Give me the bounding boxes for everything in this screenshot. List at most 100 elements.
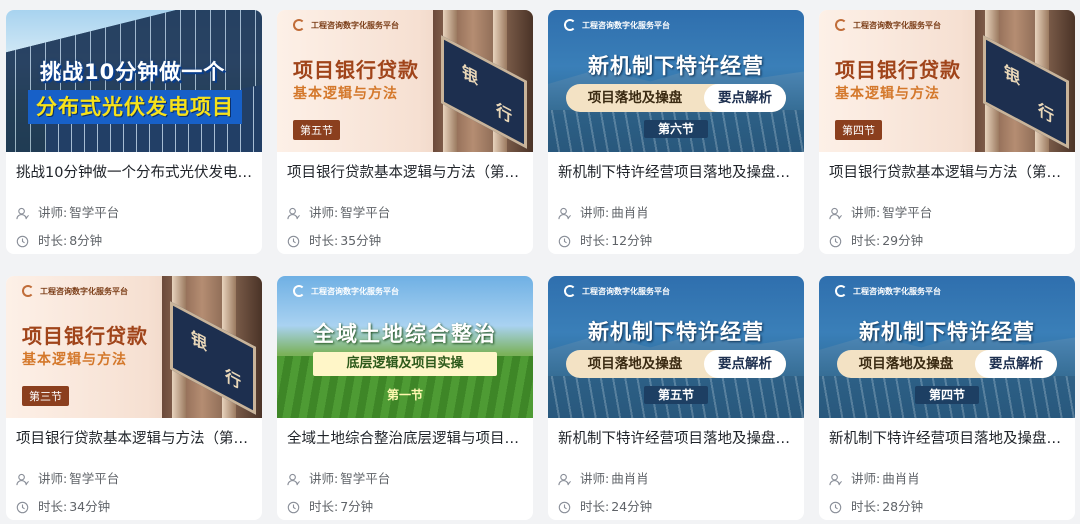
- lecturer-name: 智学平台: [882, 205, 933, 220]
- section-badge: 第三节: [22, 386, 69, 406]
- section-badge: 第一节: [386, 388, 423, 402]
- user-icon: [287, 473, 300, 485]
- duration-value: 8分钟: [69, 233, 103, 248]
- thumbnail-headline: 全域土地综合整治: [313, 322, 497, 346]
- thumbnail-pill-left: 项目落地及操盘: [587, 356, 683, 372]
- brand-logo-icon: [22, 285, 34, 297]
- course-title[interactable]: 新机制下特许经营项目落地及操盘要点解析（第六节）: [558, 163, 794, 183]
- clock-icon: [829, 501, 842, 513]
- brand-logo-icon: [835, 19, 847, 31]
- course-thumbnail[interactable]: 工程咨询数字化服务平台 新机制下特许经营 项目落地及操盘 要点解析 第四节: [819, 276, 1075, 418]
- course-card[interactable]: 银行 工程咨询数字化服务平台 项目银行贷款 基本逻辑与方法 第四节 项目银行贷款…: [819, 10, 1075, 254]
- duration-label: 时长:: [851, 499, 881, 514]
- user-icon: [558, 207, 571, 219]
- course-card[interactable]: 工程咨询数字化服务平台 新机制下特许经营 项目落地及操盘 要点解析 第五节 新机制…: [548, 276, 804, 520]
- course-title[interactable]: 挑战10分钟做一个分布式光伏发电项目: [16, 163, 252, 183]
- user-icon: [16, 207, 29, 219]
- section-badge: 第五节: [643, 386, 708, 404]
- lecturer-label: 讲师:: [309, 205, 339, 220]
- duration-row: 时长: 24分钟: [558, 499, 652, 515]
- lecturer-label: 讲师:: [38, 471, 68, 486]
- lecturer-label: 讲师:: [851, 471, 881, 486]
- thumbnail-subheadline: 基本逻辑与方法: [293, 86, 398, 102]
- brand-logo-icon: [564, 285, 576, 297]
- course-title[interactable]: 全域土地综合整治底层逻辑与项目实操（第一节）: [287, 429, 523, 449]
- course-thumbnail[interactable]: 工程咨询数字化服务平台 全域土地综合整治 底层逻辑及项目实操 第一节: [277, 276, 533, 418]
- lecturer-name: 曲肖肖: [611, 471, 649, 486]
- lecturer-name: 曲肖肖: [611, 205, 649, 220]
- thumbnail-headline: 挑战10分钟做一个: [40, 60, 226, 84]
- course-card[interactable]: 工程咨询数字化服务平台 全域土地综合整治 底层逻辑及项目实操 第一节 全域土地综…: [277, 276, 533, 520]
- duration-label: 时长:: [580, 233, 610, 248]
- course-thumbnail[interactable]: 工程咨询数字化服务平台 新机制下特许经营 项目落地及操盘 要点解析 第六节: [548, 10, 804, 152]
- lecturer-label: 讲师:: [580, 471, 610, 486]
- duration-value: 12分钟: [611, 233, 653, 248]
- brand-logo-icon: [293, 19, 305, 31]
- lecturer-row: 讲师: 智学平台: [829, 205, 932, 221]
- brand-logo-icon: [835, 285, 847, 297]
- thumbnail-subheadline: 分布式光伏发电项目: [28, 90, 242, 124]
- course-title[interactable]: 项目银行贷款基本逻辑与方法（第三节）: [16, 429, 252, 449]
- section-badge: 第四节: [914, 386, 979, 404]
- thumbnail-pill-right: 要点解析: [704, 84, 786, 112]
- brand-mark: 工程咨询数字化服务平台: [564, 285, 670, 297]
- course-card[interactable]: 银行 工程咨询数字化服务平台 项目银行贷款 基本逻辑与方法 第三节 项目银行贷款…: [6, 276, 262, 520]
- lecturer-row: 讲师: 曲肖肖: [558, 205, 649, 221]
- course-title[interactable]: 新机制下特许经营项目落地及操盘要点解析（第五节）: [558, 429, 794, 449]
- duration-label: 时长:: [851, 233, 881, 248]
- duration-value: 35分钟: [340, 233, 382, 248]
- thumbnail-pill-right: 要点解析: [975, 350, 1057, 378]
- clock-icon: [16, 501, 29, 513]
- course-thumbnail[interactable]: 银行 工程咨询数字化服务平台 项目银行贷款 基本逻辑与方法 第三节: [6, 276, 262, 418]
- thumbnail-pill-left: 项目落地及操盘: [858, 356, 954, 372]
- section-badge: 第六节: [643, 120, 708, 138]
- lecturer-name: 曲肖肖: [882, 471, 920, 486]
- brand-mark: 工程咨询数字化服务平台: [835, 19, 941, 31]
- brand-mark: 工程咨询数字化服务平台: [293, 285, 399, 297]
- lecturer-name: 智学平台: [69, 205, 120, 220]
- thumbnail-headline: 新机制下特许经营: [859, 320, 1035, 344]
- course-title[interactable]: 项目银行贷款基本逻辑与方法（第四节）: [829, 163, 1065, 183]
- lecturer-row: 讲师: 智学平台: [287, 205, 390, 221]
- course-thumbnail[interactable]: 工程咨询数字化服务平台 新机制下特许经营 项目落地及操盘 要点解析 第五节: [548, 276, 804, 418]
- brand-mark: 工程咨询数字化服务平台: [564, 19, 670, 31]
- duration-row: 时长: 35分钟: [287, 233, 381, 249]
- course-title[interactable]: 项目银行贷款基本逻辑与方法（第五节）: [287, 163, 523, 183]
- course-title[interactable]: 新机制下特许经营项目落地及操盘要点解析（第四节）: [829, 429, 1065, 449]
- lecturer-label: 讲师:: [851, 205, 881, 220]
- thumbnail-subheadline: 基本逻辑与方法: [22, 352, 127, 368]
- thumbnail-subheadline: 底层逻辑及项目实操: [313, 352, 497, 376]
- clock-icon: [287, 501, 300, 513]
- duration-value: 29分钟: [882, 233, 924, 248]
- thumbnail-pill-left: 项目落地及操盘: [587, 90, 683, 106]
- duration-value: 24分钟: [611, 499, 653, 514]
- lecturer-label: 讲师:: [38, 205, 68, 220]
- course-card[interactable]: 工程咨询数字化服务平台 新机制下特许经营 项目落地及操盘 要点解析 第六节 新机制…: [548, 10, 804, 254]
- section-badge: 第五节: [293, 120, 340, 140]
- course-thumbnail[interactable]: 银行 工程咨询数字化服务平台 项目银行贷款 基本逻辑与方法 第五节: [277, 10, 533, 152]
- course-thumbnail[interactable]: 银行 工程咨询数字化服务平台 项目银行贷款 基本逻辑与方法 第四节: [819, 10, 1075, 152]
- user-icon: [287, 207, 300, 219]
- thumbnail-headline: 项目银行贷款: [293, 58, 419, 82]
- clock-icon: [558, 501, 571, 513]
- duration-value: 28分钟: [882, 499, 924, 514]
- brand-logo-icon: [564, 19, 576, 31]
- thumbnail-subheadline: 基本逻辑与方法: [835, 86, 940, 102]
- thumbnail-headline: 项目银行贷款: [22, 324, 148, 348]
- lecturer-row: 讲师: 曲肖肖: [829, 471, 920, 487]
- duration-label: 时长:: [38, 233, 68, 248]
- lecturer-name: 智学平台: [69, 471, 120, 486]
- course-card[interactable]: 工程咨询数字化服务平台 新机制下特许经营 项目落地及操盘 要点解析 第四节 新机制…: [819, 276, 1075, 520]
- brand-mark: 工程咨询数字化服务平台: [293, 19, 399, 31]
- duration-row: 时长: 34分钟: [16, 499, 110, 515]
- user-icon: [558, 473, 571, 485]
- course-thumbnail[interactable]: 挑战10分钟做一个 分布式光伏发电项目: [6, 10, 262, 152]
- course-card[interactable]: 银行 工程咨询数字化服务平台 项目银行贷款 基本逻辑与方法 第五节 项目银行贷款…: [277, 10, 533, 254]
- user-icon: [829, 473, 842, 485]
- thumbnail-headline: 新机制下特许经营: [588, 54, 764, 78]
- lecturer-label: 讲师:: [580, 205, 610, 220]
- course-card[interactable]: 挑战10分钟做一个 分布式光伏发电项目 挑战10分钟做一个分布式光伏发电项目 讲…: [6, 10, 262, 254]
- brand-logo-icon: [293, 285, 305, 297]
- duration-value: 7分钟: [340, 499, 374, 514]
- lecturer-row: 讲师: 智学平台: [16, 471, 119, 487]
